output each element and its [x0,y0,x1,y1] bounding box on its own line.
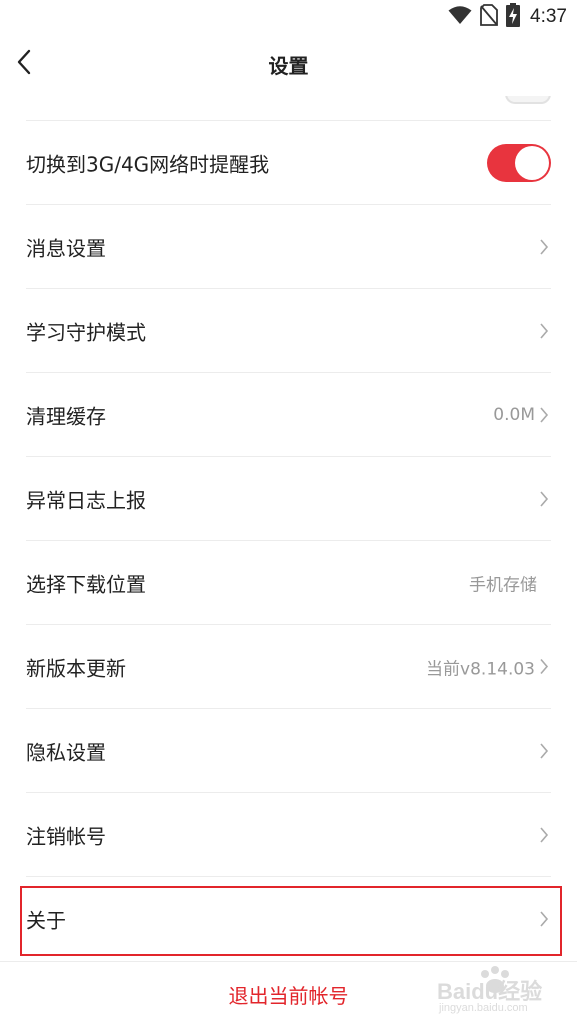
settings-row-error-log[interactable]: 异常日志上报 [26,456,551,540]
row-label: 选择下载位置 [26,572,146,596]
settings-row-message-settings[interactable]: 消息设置 [26,204,551,288]
row-label: 清理缓存 [26,404,106,428]
row-label: 新版本更新 [26,656,126,680]
row-label: 关于 [26,908,66,932]
chevron-right-icon [537,321,551,341]
status-time: 4:37 [530,6,567,27]
chevron-right-icon [537,909,551,929]
network-alert-toggle[interactable] [487,143,551,182]
status-icons: 4:37 [448,3,567,31]
scrolled-row-partial [0,96,577,120]
chevron-right-icon [537,657,551,677]
settings-row-delete-account[interactable]: 注销帐号 [26,792,551,876]
row-label: 学习守护模式 [26,320,146,344]
settings-row-version-update[interactable]: 新版本更新 当前v8.14.03 [26,624,551,708]
row-label: 注销帐号 [26,824,106,848]
row-label: 隐私设置 [26,740,106,764]
settings-row-study-guard[interactable]: 学习守护模式 [26,288,551,372]
chevron-right-icon [537,489,551,509]
current-version-value: 当前v8.14.03 [426,659,535,679]
settings-list: 切换到3G/4G网络时提醒我 消息设置 学习守护模式 清理缓存 0.0M 异常日… [0,120,577,960]
wifi-icon [448,5,472,29]
row-label: 切换到3G/4G网络时提醒我 [26,152,270,176]
row-label: 消息设置 [26,236,106,260]
status-bar: 4:37 [0,0,577,34]
chevron-right-icon [537,825,551,845]
page-title: 设置 [268,54,309,78]
settings-row-clear-cache[interactable]: 清理缓存 0.0M [26,372,551,456]
nav-bar: 设置 [0,34,577,96]
partial-toggle [505,96,551,104]
download-location-value: 手机存储 [469,575,537,595]
chevron-right-icon [537,237,551,257]
settings-row-privacy[interactable]: 隐私设置 [26,708,551,792]
baidu-jingyan-watermark: Baidu经验 jingyan.baidu.com [431,966,547,1020]
battery-charging-icon [506,3,521,31]
cache-size-value: 0.0M [493,404,535,425]
chevron-right-icon [537,741,551,761]
settings-row-about[interactable]: 关于 [26,876,551,960]
toggle-knob [515,145,549,180]
settings-row-download-location[interactable]: 选择下载位置 手机存储 [26,540,551,624]
no-sim-icon [480,4,498,30]
watermark-subtext: jingyan.baidu.com [439,1002,528,1014]
chevron-right-icon [537,405,551,425]
settings-row-network-alert[interactable]: 切换到3G/4G网络时提醒我 [26,120,551,204]
row-label: 异常日志上报 [26,488,146,512]
